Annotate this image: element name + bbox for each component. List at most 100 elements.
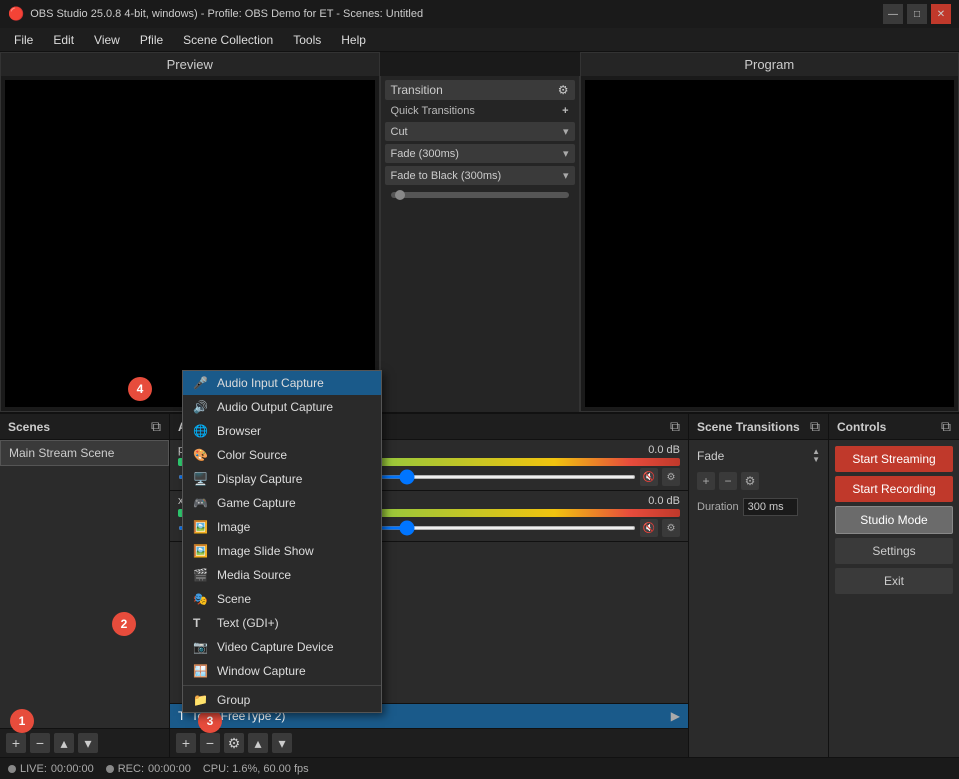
menu-edit[interactable]: Edit bbox=[43, 31, 84, 49]
transition-slider[interactable] bbox=[391, 192, 569, 198]
transition-fade-label: Fade (300ms) bbox=[391, 148, 459, 160]
ctx-text-gdi[interactable]: T Text (GDI+) bbox=[183, 611, 381, 635]
menu-tools[interactable]: Tools bbox=[283, 31, 331, 49]
scenes-panel-icon[interactable]: ⧉ bbox=[151, 418, 161, 435]
transition-header: Transition ⚙ bbox=[385, 80, 575, 100]
ctx-scene[interactable]: 🎭 Scene bbox=[183, 587, 381, 611]
chevron-down-icon: ▾ bbox=[563, 125, 569, 138]
ctx-game-capture[interactable]: 🎮 Game Capture bbox=[183, 491, 381, 515]
ctx-group-label: Group bbox=[217, 693, 250, 707]
scenes-panel-title: Scenes bbox=[8, 420, 50, 434]
scene-up-button[interactable]: ▴ bbox=[54, 733, 74, 753]
ctx-audio-output-label: Audio Output Capture bbox=[217, 400, 333, 414]
badge-4: 4 bbox=[128, 377, 152, 401]
speaker-icon: 🔊 bbox=[193, 400, 209, 414]
controls-content: Start Streaming Start Recording Studio M… bbox=[829, 440, 959, 757]
menu-pfile[interactable]: Pfile bbox=[130, 31, 173, 49]
source-up-button[interactable]: ▴ bbox=[248, 733, 268, 753]
duration-row: Duration 300 ms bbox=[697, 498, 820, 516]
program-screen bbox=[585, 80, 955, 407]
ctx-game-capture-label: Game Capture bbox=[217, 496, 296, 510]
transition-fade[interactable]: Fade (300ms) ▾ bbox=[385, 144, 575, 163]
scene-transition-fade-row: Fade ▲ ▼ bbox=[697, 448, 820, 464]
close-button[interactable]: ✕ bbox=[931, 4, 951, 24]
preview-label: Preview bbox=[1, 53, 379, 76]
program-label: Program bbox=[581, 53, 959, 76]
audio-settings-2-button[interactable]: ⚙ bbox=[662, 519, 680, 537]
remove-scene-button[interactable]: − bbox=[30, 733, 50, 753]
scene-transitions-panel: Scene Transitions ⧉ Fade ▲ ▼ + − ⚙ Du bbox=[689, 414, 829, 757]
fade-arrows[interactable]: ▲ ▼ bbox=[812, 448, 820, 464]
menu-view[interactable]: View bbox=[84, 31, 130, 49]
ctx-text-gdi-label: Text (GDI+) bbox=[217, 616, 279, 630]
transition-gear-icon[interactable]: ⚙ bbox=[558, 83, 569, 97]
browser-icon: 🌐 bbox=[193, 424, 209, 438]
start-streaming-button[interactable]: Start Streaming bbox=[835, 446, 953, 472]
remove-transition-button[interactable]: − bbox=[719, 472, 737, 490]
ctx-image[interactable]: 🖼️ Image bbox=[183, 515, 381, 539]
fade-down-arrow: ▼ bbox=[812, 456, 820, 464]
ctx-group[interactable]: 📁 Group bbox=[183, 688, 381, 712]
menu-help[interactable]: Help bbox=[331, 31, 376, 49]
source-down-button[interactable]: ▾ bbox=[272, 733, 292, 753]
remove-source-button[interactable]: − bbox=[200, 733, 220, 753]
game-capture-icon: 🎮 bbox=[193, 496, 209, 510]
ctx-display-capture[interactable]: 🖥️ Display Capture bbox=[183, 467, 381, 491]
audio-mute-2-button[interactable]: 🔇 bbox=[640, 519, 658, 537]
menubar: File Edit View Pfile Scene Collection To… bbox=[0, 28, 959, 52]
audio-settings-1-button[interactable]: ⚙ bbox=[662, 468, 680, 486]
ctx-window-capture[interactable]: 🪟 Window Capture bbox=[183, 659, 381, 683]
ctx-audio-input-capture[interactable]: 🎤 Audio Input Capture bbox=[183, 371, 381, 395]
transition-panel: Transition ⚙ Quick Transitions + Cut ▾ F… bbox=[380, 76, 580, 412]
scene-transitions-content: Fade ▲ ▼ + − ⚙ Duration 300 ms bbox=[689, 440, 828, 757]
live-indicator bbox=[8, 765, 16, 773]
studio-mode-button[interactable]: Studio Mode bbox=[835, 506, 953, 534]
duration-label: Duration bbox=[697, 501, 739, 513]
add-quick-transition-button[interactable]: + bbox=[562, 105, 568, 117]
start-recording-button[interactable]: Start Recording bbox=[835, 476, 953, 502]
transition-fade-black[interactable]: Fade to Black (300ms) ▾ bbox=[385, 166, 575, 185]
chevron-down-icon: ▾ bbox=[563, 147, 569, 160]
image-icon: 🖼️ bbox=[193, 520, 209, 534]
menu-file[interactable]: File bbox=[4, 31, 43, 49]
add-source-button[interactable]: + bbox=[176, 733, 196, 753]
ctx-video-capture[interactable]: 📷 Video Capture Device bbox=[183, 635, 381, 659]
minimize-button[interactable]: — bbox=[883, 4, 903, 24]
exit-button[interactable]: Exit bbox=[835, 568, 953, 594]
audio-mixer-icon[interactable]: ⧉ bbox=[670, 418, 680, 435]
rec-label: REC: bbox=[118, 763, 144, 775]
controls-icon[interactable]: ⧉ bbox=[941, 418, 951, 435]
ctx-browser[interactable]: 🌐 Browser bbox=[183, 419, 381, 443]
controls-panel: Controls ⧉ Start Streaming Start Recordi… bbox=[829, 414, 959, 757]
source-settings-button[interactable]: ⚙ bbox=[224, 733, 244, 753]
controls-panel-header: Controls ⧉ bbox=[829, 414, 959, 440]
scene-down-button[interactable]: ▾ bbox=[78, 733, 98, 753]
ctx-audio-input-label: Audio Input Capture bbox=[217, 376, 324, 390]
ctx-audio-output-capture[interactable]: 🔊 Audio Output Capture bbox=[183, 395, 381, 419]
transition-cut[interactable]: Cut ▾ bbox=[385, 122, 575, 141]
status-cpu: CPU: 1.6%, 60.00 fps bbox=[203, 763, 309, 775]
settings-button[interactable]: Settings bbox=[835, 538, 953, 564]
scene-transitions-title: Scene Transitions bbox=[697, 420, 800, 434]
add-scene-button[interactable]: + bbox=[6, 733, 26, 753]
ctx-color-source[interactable]: 🎨 Color Source bbox=[183, 443, 381, 467]
titlebar: 🔴 OBS Studio 25.0.8 4-bit, windows) - Pr… bbox=[0, 0, 959, 28]
live-time: 00:00:00 bbox=[51, 763, 94, 775]
add-transition-button[interactable]: + bbox=[697, 472, 715, 490]
ctx-window-capture-label: Window Capture bbox=[217, 664, 306, 678]
display-capture-icon: 🖥️ bbox=[193, 472, 209, 486]
audio-ch-1-db: 0.0 dB bbox=[648, 444, 680, 456]
scene-item-main[interactable]: Main Stream Scene bbox=[0, 440, 169, 466]
ctx-image-slideshow-label: Image Slide Show bbox=[217, 544, 314, 558]
preview-screen bbox=[5, 80, 375, 407]
group-icon: 📁 bbox=[193, 693, 209, 707]
maximize-button[interactable]: □ bbox=[907, 4, 927, 24]
ctx-media-source[interactable]: 🎬 Media Source bbox=[183, 563, 381, 587]
ctx-color-source-label: Color Source bbox=[217, 448, 287, 462]
ctx-image-slideshow[interactable]: 🖼️ Image Slide Show bbox=[183, 539, 381, 563]
transition-settings-button[interactable]: ⚙ bbox=[741, 472, 759, 490]
ctx-browser-label: Browser bbox=[217, 424, 261, 438]
audio-mute-1-button[interactable]: 🔇 bbox=[640, 468, 658, 486]
menu-scene-collection[interactable]: Scene Collection bbox=[173, 31, 283, 49]
scene-transitions-icon[interactable]: ⧉ bbox=[810, 418, 820, 435]
